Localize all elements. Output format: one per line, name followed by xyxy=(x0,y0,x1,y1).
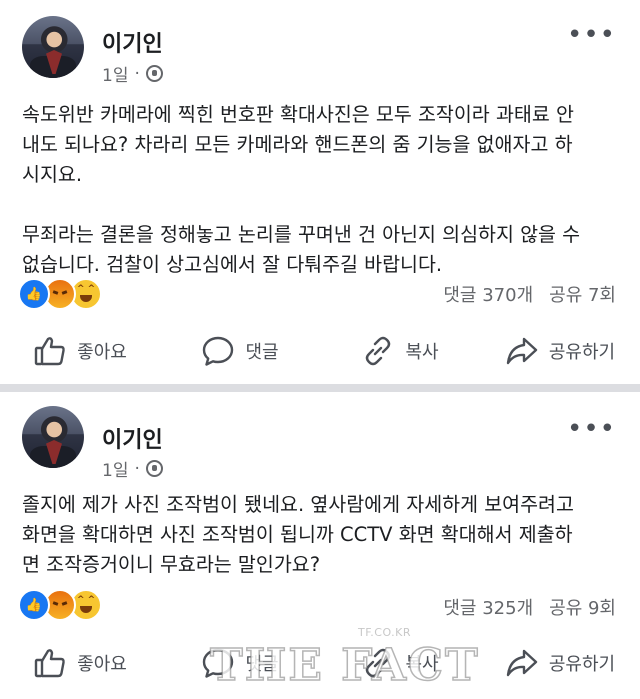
share-label: 공유하기 xyxy=(548,654,616,675)
post-stats: 댓글 370개 공유 7회 xyxy=(443,281,616,307)
post-line: 속도위반 카메라에 찍힌 번호판 확대사진은 모두 조작이라 과태료 안 xyxy=(22,103,574,126)
post-line: 면 조작증거이니 무효라는 말인가요? xyxy=(22,553,321,576)
watermark-logo: THE FACT xyxy=(209,639,480,692)
reaction-summary[interactable]: 👍 xyxy=(18,278,102,310)
share-button[interactable]: 공유하기 xyxy=(480,638,640,688)
like-label: 좋아요 xyxy=(77,342,127,363)
watermark-url: TF.CO.KR xyxy=(358,626,412,639)
share-arrow-icon xyxy=(506,649,538,677)
thumbs-up-icon xyxy=(34,649,65,678)
author-name[interactable]: 이기인 xyxy=(102,26,163,58)
comment-label: 댓글 xyxy=(245,342,279,363)
avatar[interactable] xyxy=(22,16,84,78)
comment-button[interactable]: 댓글 xyxy=(160,326,320,376)
post-time[interactable]: 1일 xyxy=(102,456,128,481)
post-stats: 댓글 325개 공유 9회 xyxy=(443,594,616,620)
post-line: 화면을 확대하면 사진 조작범이 됩니까 CCTV 화면 확대해서 제출하 xyxy=(22,523,573,546)
post-line xyxy=(22,190,628,220)
share-button[interactable]: 공유하기 xyxy=(480,326,640,376)
post-body: 속도위반 카메라에 찍힌 번호판 확대사진은 모두 조작이라 과태료 안 내도 … xyxy=(22,100,628,280)
globe-icon xyxy=(145,65,163,82)
post-line: 졸지에 제가 사진 조작범이 됐네요. 옆사람에게 자세하게 보여주려고 xyxy=(22,493,574,516)
author-name[interactable]: 이기인 xyxy=(102,422,163,454)
action-bar: 좋아요 댓글 복사 공유하기 xyxy=(0,326,640,376)
dot-separator: · xyxy=(134,63,140,84)
post-meta: 1일 · xyxy=(102,456,163,481)
thumbs-up-icon xyxy=(34,337,65,366)
comment-count[interactable]: 댓글 370개 xyxy=(443,281,533,307)
more-dots-icon[interactable]: ••• xyxy=(567,416,616,442)
post-meta: 1일 · xyxy=(102,61,163,86)
like-button[interactable]: 좋아요 xyxy=(0,326,160,376)
post-body: 졸지에 제가 사진 조작범이 됐네요. 옆사람에게 자세하게 보여주려고 화면을… xyxy=(22,490,628,580)
avatar[interactable] xyxy=(22,406,84,468)
like-reaction-icon: 👍 xyxy=(18,589,50,621)
copy-button[interactable]: 복사 xyxy=(320,326,480,376)
comment-count[interactable]: 댓글 325개 xyxy=(443,594,533,620)
link-icon xyxy=(366,336,391,366)
dot-separator: · xyxy=(134,458,140,479)
share-arrow-icon xyxy=(506,337,538,365)
speech-bubble-icon xyxy=(203,336,234,366)
post-line: 내도 되나요? 차라리 모든 카메라와 핸드폰의 줌 기능을 없애자고 하 xyxy=(22,133,573,156)
like-label: 좋아요 xyxy=(77,654,127,675)
post-1: 이기인 1일 · ••• 속도위반 카메라에 찍힌 번호판 확대사진은 모두 조… xyxy=(0,0,640,384)
share-count[interactable]: 공유 9회 xyxy=(549,594,616,620)
like-button[interactable]: 좋아요 xyxy=(0,638,160,688)
like-reaction-icon: 👍 xyxy=(18,278,50,310)
post-time[interactable]: 1일 xyxy=(102,61,128,86)
more-dots-icon[interactable]: ••• xyxy=(567,22,616,48)
share-label: 공유하기 xyxy=(548,342,616,363)
post-line: 없습니다. 검찰이 상고심에서 잘 다퉈주길 바랍니다. xyxy=(22,253,443,276)
share-count[interactable]: 공유 7회 xyxy=(549,281,616,307)
reaction-summary[interactable]: 👍 xyxy=(18,589,102,621)
post-line: 무죄라는 결론을 정해놓고 논리를 꾸며낸 건 아닌지 의심하지 않을 수 xyxy=(22,223,581,246)
post-divider xyxy=(0,384,640,392)
copy-label: 복사 xyxy=(405,342,439,363)
post-line: 시지요. xyxy=(22,163,83,186)
globe-icon xyxy=(145,460,163,477)
